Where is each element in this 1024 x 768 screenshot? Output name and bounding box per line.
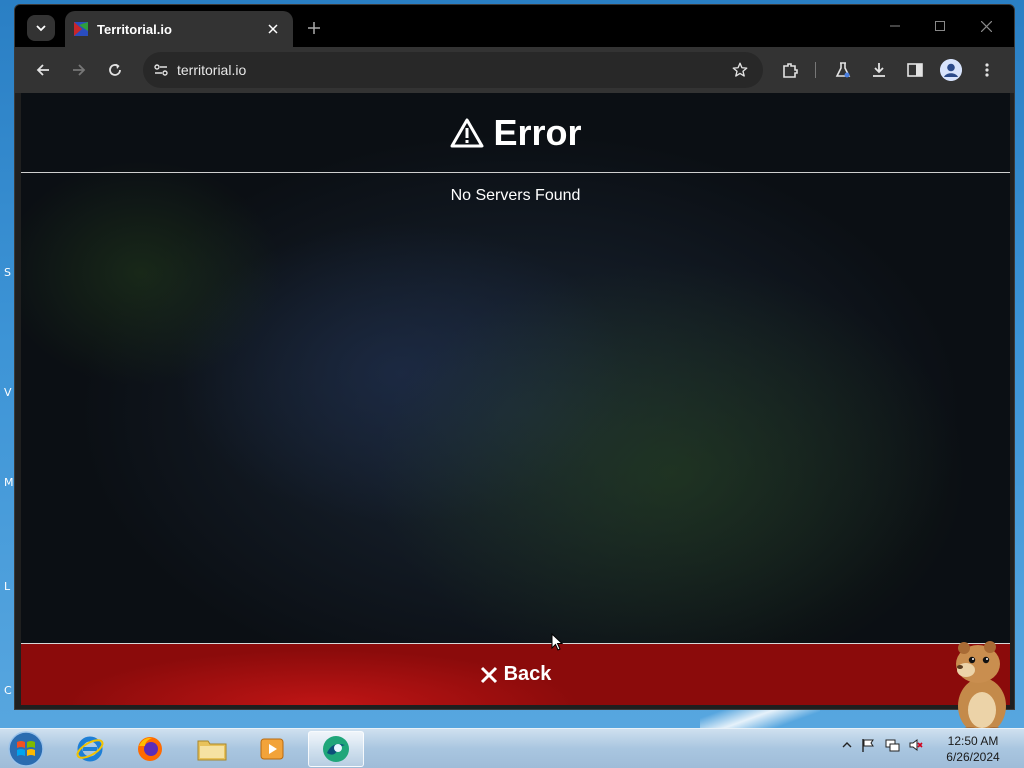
page-viewport: Error No Servers Found Back [21,93,1010,705]
volume-muted-icon[interactable] [908,737,924,753]
media-player-icon [260,738,284,760]
taskbar-firefox[interactable] [122,731,178,767]
menu-button[interactable] [973,56,1001,84]
folder-icon [197,740,227,761]
close-icon [980,20,992,32]
action-center-flag-icon[interactable] [860,737,876,753]
clock-date: 6/26/2024 [946,750,1000,764]
taskbar-media-player[interactable] [244,731,300,767]
reload-icon [109,63,121,76]
taskbar: 12:50 AM 6/26/2024 [0,728,1024,768]
close-icon [480,666,497,683]
side-panel-icon [907,63,923,77]
clock-time: 12:50 AM [947,734,999,748]
puzzle-icon [783,63,798,78]
browser-window: Territorial.io territorial.io Error No S… [14,4,1015,710]
back-button[interactable]: Back [21,643,1010,705]
tab-title: Territorial.io [97,21,172,37]
star-icon[interactable] [731,61,749,79]
back-button-label: Back [503,663,552,685]
browser-app-icon [323,736,349,762]
tab-strip: Territorial.io [15,5,1014,47]
downloads-button[interactable] [865,56,893,84]
minimize-icon [890,25,900,27]
internet-explorer-icon [76,736,104,762]
desktop-icon-label: S [4,266,11,279]
maximize-icon [935,21,945,31]
close-tab-icon[interactable] [265,21,281,37]
chevron-down-icon [36,25,46,32]
forward-nav-button[interactable] [65,56,93,84]
desktop-icon-label: V [4,386,12,399]
tab-search-button[interactable] [27,15,55,41]
desktop-icon-label: L [4,580,11,593]
extensions-button[interactable] [776,56,804,84]
warning-icon [450,118,484,147]
error-message: No Servers Found [450,187,581,204]
desktop-icon-label: M [4,476,14,489]
error-heading: Error [449,111,582,154]
plus-icon [308,22,320,34]
close-window-button[interactable] [966,13,1006,39]
firefox-icon [138,737,162,761]
system-tray [842,737,924,753]
arrow-right-icon [73,64,86,76]
network-icon[interactable] [884,737,900,753]
error-header: Error [21,93,1010,173]
show-hidden-icons-icon[interactable] [842,740,852,750]
start-button[interactable] [6,730,46,768]
site-settings-icon[interactable] [153,62,169,78]
hamster-mascot-icon [956,641,1006,735]
taskbar-internet-explorer[interactable] [62,731,118,767]
labs-button[interactable] [829,56,857,84]
toolbar-separator [815,62,816,78]
error-title-text: Error [493,111,582,153]
url-text: territorial.io [177,62,247,78]
desktop-icon-label: C [4,684,12,697]
system-clock[interactable]: 12:50 AM 6/26/2024 [940,733,1006,765]
reload-button[interactable] [101,56,129,84]
more-vert-icon [985,63,989,77]
address-bar[interactable]: territorial.io [143,52,763,88]
arrow-left-icon [36,64,49,76]
taskbar-browser-active[interactable] [308,731,364,767]
maximize-button[interactable] [920,13,960,39]
taskbar-file-explorer[interactable] [184,731,240,767]
user-icon [940,59,962,81]
windows-logo-icon [8,731,44,767]
tab-territorial[interactable]: Territorial.io [65,11,293,47]
browser-toolbar: territorial.io [15,47,1014,93]
flask-icon [835,62,851,78]
side-panel-button[interactable] [901,56,929,84]
back-nav-button[interactable] [29,56,57,84]
profile-avatar[interactable] [940,59,962,81]
mouse-cursor-icon [551,633,563,651]
territorial-favicon-icon [74,22,88,36]
download-icon [873,63,885,77]
new-tab-button[interactable] [303,17,325,39]
minimize-button[interactable] [875,13,915,39]
